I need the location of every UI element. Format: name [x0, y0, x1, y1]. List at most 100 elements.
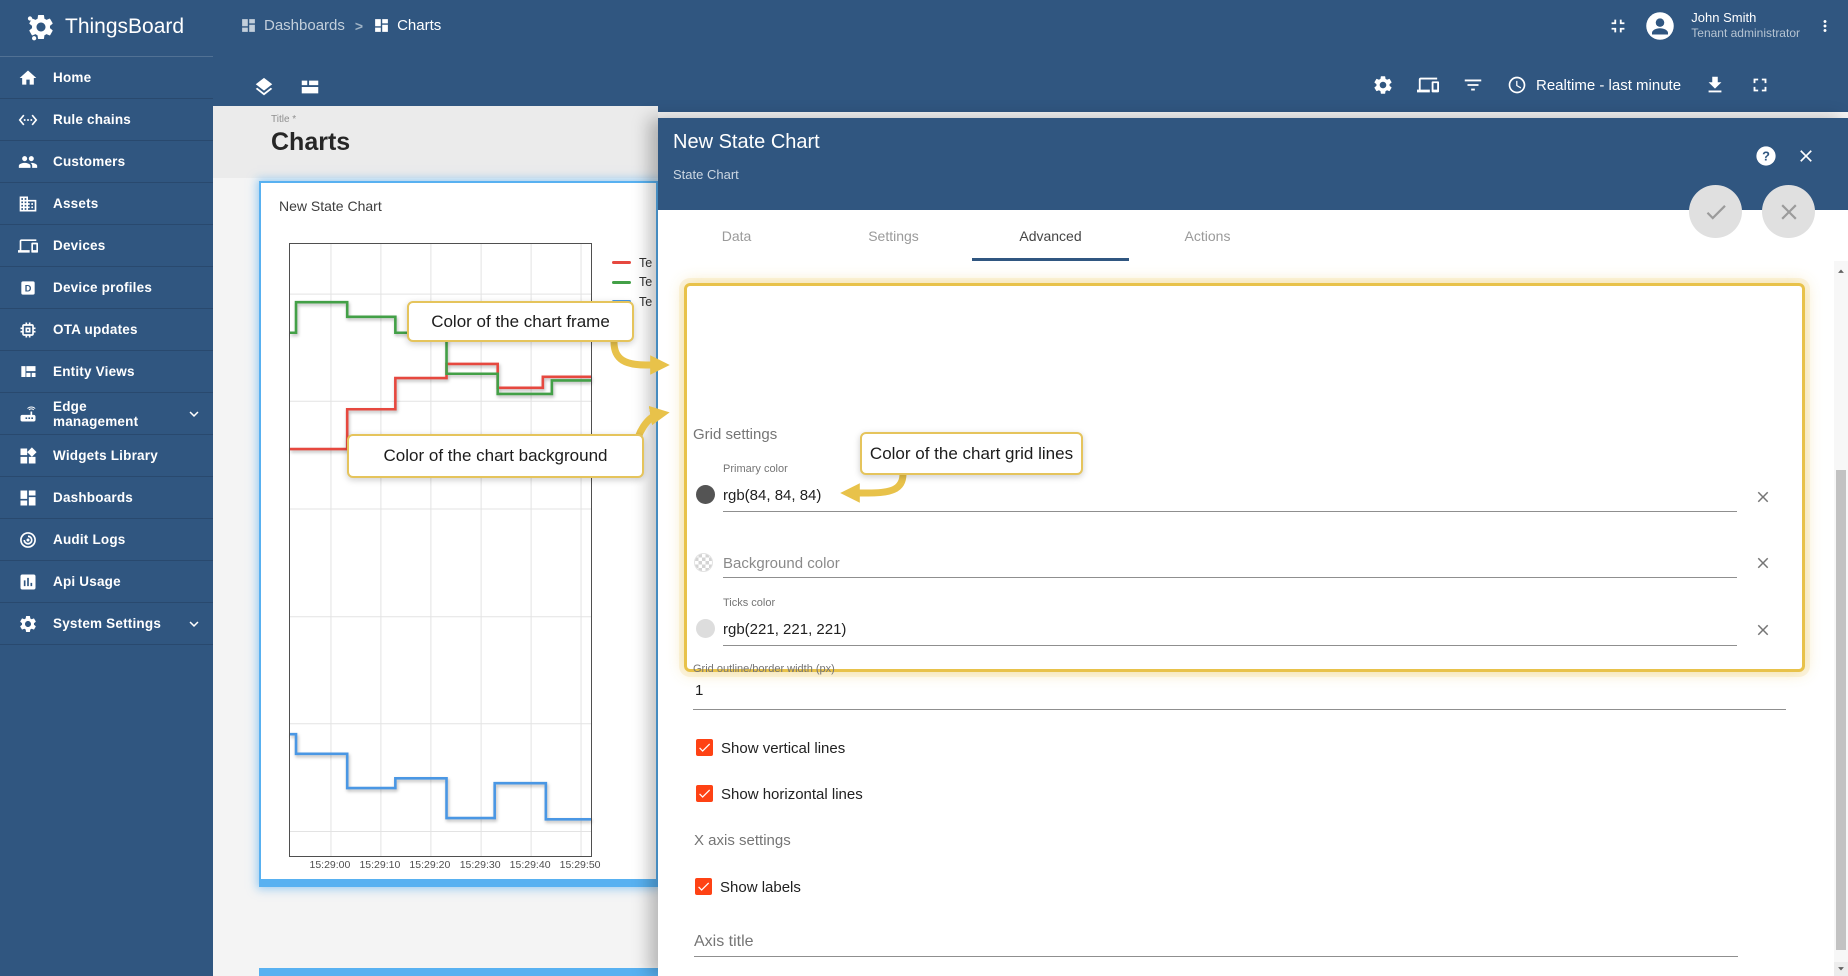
legend-color-dash — [612, 280, 631, 284]
settings-gear-icon[interactable] — [1372, 74, 1394, 96]
discard-changes-button[interactable] — [1762, 185, 1815, 238]
axis-title-underline — [694, 956, 1738, 957]
legend-item[interactable]: Te — [612, 273, 652, 293]
scroll-down-icon[interactable] — [1834, 962, 1848, 976]
chevron-down-icon — [185, 615, 203, 633]
breadcrumb-charts[interactable]: Charts — [373, 17, 441, 34]
legend-label: Te — [639, 294, 653, 309]
show-labels-label: Show labels — [720, 879, 801, 896]
avatar[interactable] — [1645, 11, 1675, 41]
sidebar-item-label: Dashboards — [53, 490, 134, 505]
x-axis-section-title: X axis settings — [694, 832, 791, 849]
rule-chains-icon — [18, 110, 38, 130]
user-name: John Smith — [1691, 10, 1757, 25]
tab-advanced[interactable]: Advanced — [972, 210, 1129, 262]
scrollbar-thumb[interactable] — [1836, 470, 1846, 950]
sidebar-item-edge-management[interactable]: Edge management — [0, 393, 213, 435]
sidebar-item-label: Widgets Library — [53, 448, 158, 463]
layout-icon[interactable] — [299, 76, 321, 98]
sidebar-item-assets[interactable]: Assets — [0, 183, 213, 225]
primary-color-underline — [723, 511, 1737, 512]
show-vertical-lines-label: Show vertical lines — [721, 740, 846, 757]
sidebar-item-device-profiles[interactable]: D Device profiles — [0, 267, 213, 309]
fullscreen-exit-icon[interactable] — [1607, 15, 1629, 37]
legend-label: Te — [639, 255, 653, 270]
ticks-color-label: Ticks color — [723, 597, 776, 609]
sidebar-item-entity-views[interactable]: Entity Views — [0, 351, 213, 393]
layout-selection-bar — [259, 968, 658, 976]
primary-color-value[interactable]: rgb(84, 84, 84) — [723, 487, 821, 504]
sidebar-item-label: Home — [53, 70, 92, 85]
legend-color-dash — [612, 261, 631, 265]
grid-settings-section-title: Grid settings — [693, 426, 778, 443]
legend-item[interactable]: Te — [612, 253, 652, 273]
grid-width-underline — [693, 709, 1786, 710]
audit-logs-icon — [18, 530, 38, 550]
show-vertical-lines-checkbox[interactable] — [696, 739, 713, 756]
sidebar-item-label: Api Usage — [53, 574, 121, 589]
sidebar-item-customers[interactable]: Customers — [0, 141, 213, 183]
show-horizontal-lines-label: Show horizontal lines — [721, 786, 863, 803]
fullscreen-icon[interactable] — [1749, 74, 1771, 96]
sidebar-item-api-usage[interactable]: Api Usage — [0, 561, 213, 603]
filter-icon[interactable] — [1462, 74, 1484, 96]
edge-management-icon — [18, 404, 38, 424]
sidebar-item-home[interactable]: Home — [0, 57, 213, 99]
timewindow-label: Realtime - last minute — [1536, 76, 1682, 94]
tab-data[interactable]: Data — [658, 210, 815, 261]
download-icon[interactable] — [1704, 74, 1726, 96]
user-info[interactable]: John Smith Tenant administrator — [1691, 10, 1800, 41]
background-color-swatch[interactable] — [694, 553, 713, 572]
sidebar-item-ota-updates[interactable]: OTA updates — [0, 309, 213, 351]
show-horizontal-lines-checkbox[interactable] — [696, 785, 713, 802]
grid-width-value[interactable]: 1 — [695, 682, 703, 699]
close-icon[interactable] — [1796, 146, 1816, 166]
svg-text:D: D — [25, 283, 32, 293]
primary-color-label: Primary color — [723, 463, 788, 475]
sidebar-item-widgets-library[interactable]: Widgets Library — [0, 435, 213, 477]
ticks-color-value[interactable]: rgb(221, 221, 221) — [723, 621, 846, 638]
manage-layouts-icon[interactable] — [1417, 74, 1439, 96]
show-labels-checkbox[interactable] — [695, 878, 712, 895]
customers-icon — [18, 152, 38, 172]
sidebar-item-label: Device profiles — [53, 280, 153, 295]
tab-settings[interactable]: Settings — [815, 210, 972, 261]
widget-details-panel: New State Chart State Chart ? Data Settin… — [658, 118, 1848, 976]
close-icon — [1776, 199, 1802, 225]
sidebar-item-rule-chains[interactable]: Rule chains — [0, 99, 213, 141]
apply-changes-button[interactable] — [1689, 185, 1742, 238]
sidebar-item-devices[interactable]: Devices — [0, 225, 213, 267]
sidebar-item-label: Devices — [53, 238, 106, 253]
entity-views-icon — [18, 362, 38, 382]
scroll-up-icon[interactable] — [1836, 264, 1846, 274]
dashboard-toolbar-left — [253, 76, 321, 98]
sidebar-item-label: System Settings — [53, 616, 162, 631]
state-chart-widget[interactable]: New State Chart 15:29:00 15:29:10 15:29:20… — [259, 181, 658, 887]
ticks-color-clear-icon[interactable] — [1754, 621, 1772, 639]
app-root: Dashboards > Charts John Smith Tenant ad… — [0, 0, 1848, 976]
sidebar-item-label: Edge management — [53, 398, 139, 429]
help-icon[interactable]: ? — [1755, 145, 1777, 167]
app-logo[interactable]: ThingsBoard — [26, 12, 184, 42]
axis-title-input[interactable]: Axis title — [694, 933, 754, 951]
layers-icon[interactable] — [253, 76, 275, 98]
background-color-clear-icon[interactable] — [1754, 554, 1772, 572]
panel-header: New State Chart State Chart ? — [658, 118, 1848, 210]
primary-color-swatch[interactable] — [696, 485, 715, 504]
breadcrumb: Dashboards > Charts — [240, 17, 441, 34]
api-usage-icon — [18, 572, 38, 592]
chevron-down-icon — [185, 405, 203, 423]
sidebar-item-system-settings[interactable]: System Settings — [0, 603, 213, 645]
breadcrumb-dashboards[interactable]: Dashboards — [240, 17, 345, 34]
sidebar-item-dashboards[interactable]: Dashboards — [0, 477, 213, 519]
tab-actions[interactable]: Actions — [1129, 210, 1286, 261]
callout-chart-frame: Color of the chart frame — [407, 301, 634, 342]
background-color-label[interactable]: Background color — [723, 555, 840, 572]
dashboard-title[interactable]: Charts — [271, 128, 350, 157]
sidebar-item-audit-logs[interactable]: Audit Logs — [0, 519, 213, 561]
timewindow-button[interactable]: Realtime - last minute — [1507, 75, 1681, 95]
svg-text:?: ? — [1762, 149, 1770, 164]
more-vert-icon[interactable] — [1816, 15, 1834, 37]
ticks-color-swatch[interactable] — [696, 619, 715, 638]
primary-color-clear-icon[interactable] — [1754, 488, 1772, 506]
